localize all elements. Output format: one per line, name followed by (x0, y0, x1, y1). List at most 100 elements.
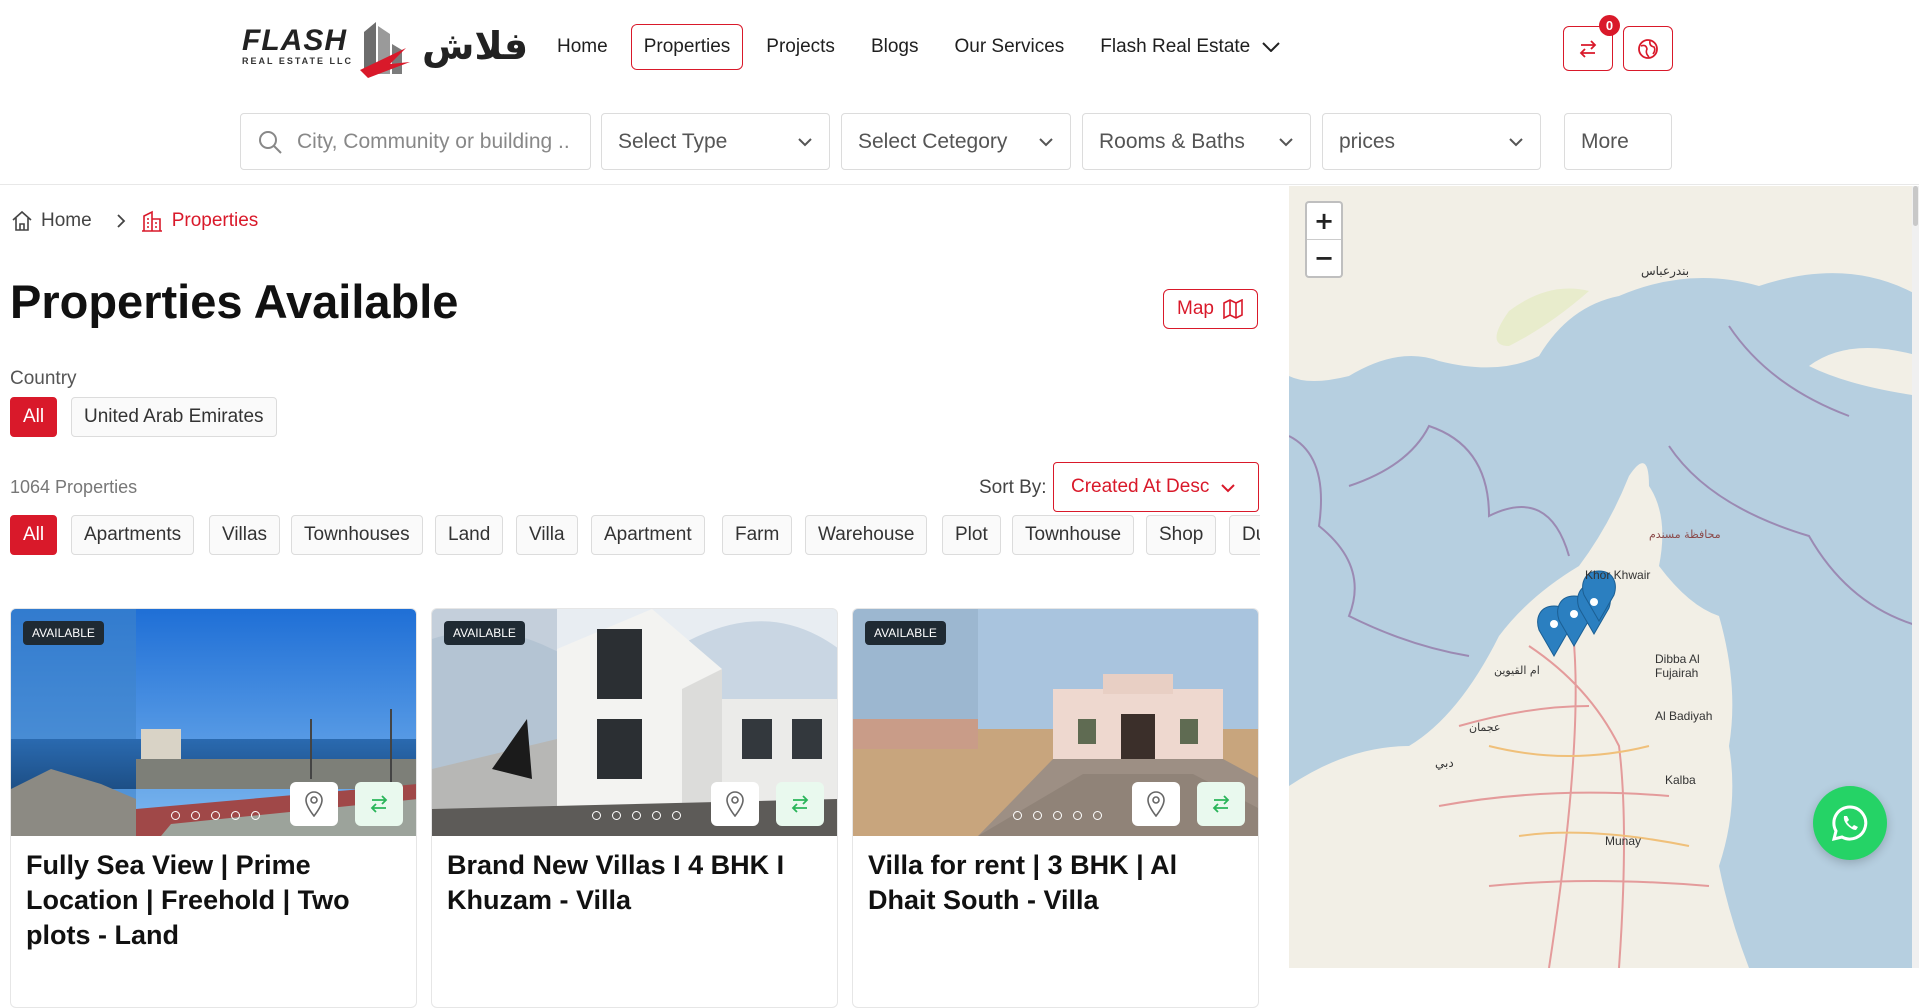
zoom-in-button[interactable]: + (1307, 203, 1341, 239)
breadcrumb-current-label: Properties (171, 210, 259, 231)
more-filters-button[interactable]: More (1564, 113, 1672, 170)
nav-blogs[interactable]: Blogs (858, 24, 932, 70)
property-image[interactable]: AVAILABLE (11, 609, 416, 836)
property-card[interactable]: AVAILABLE Fully Sea View | Prime Locatio… (10, 608, 417, 1008)
whatsapp-chat-button[interactable] (1813, 786, 1887, 860)
building-icon (141, 210, 162, 232)
nav-projects[interactable]: Projects (753, 24, 848, 70)
prices-value: prices (1339, 129, 1396, 153)
sort-dropdown[interactable]: Created At Desc (1053, 462, 1259, 512)
property-card[interactable]: AVAILABLE Brand New Villas I 4 BHK I Khu… (431, 608, 838, 1008)
language-button[interactable] (1623, 26, 1673, 71)
compare-icon (791, 795, 809, 813)
country-label: Country (10, 368, 77, 389)
type-chip-apartment[interactable]: Apartment (591, 515, 705, 555)
add-to-compare-button[interactable] (776, 782, 824, 826)
property-title[interactable]: Fully Sea View | Prime Location | Freeho… (11, 836, 416, 953)
map-label-kalba: Kalba (1665, 773, 1696, 787)
breadcrumb-home[interactable]: Home (11, 210, 92, 232)
map-button-label: Map (1177, 298, 1214, 319)
image-carousel-dots[interactable] (171, 811, 260, 820)
compare-icon (1212, 795, 1230, 813)
more-label: More (1581, 129, 1629, 153)
prices-dropdown[interactable]: prices (1322, 113, 1541, 170)
add-to-compare-button[interactable] (355, 782, 403, 826)
show-on-map-button[interactable] (1132, 782, 1180, 826)
logo-wordmark: FLASH REAL ESTATE LLC (242, 24, 353, 67)
property-image[interactable]: AVAILABLE (853, 609, 1258, 836)
select-type-value: Select Type (618, 129, 728, 153)
property-title[interactable]: Villa for rent | 3 BHK | Al Dhait South … (853, 836, 1258, 918)
country-chip-uae[interactable]: United Arab Emirates (71, 397, 277, 437)
nav-properties[interactable]: Properties (630, 24, 744, 70)
map-label-dibba: Dibba Al Fujairah (1655, 652, 1700, 680)
compare-icon (1579, 39, 1597, 58)
type-chip-land[interactable]: Land (435, 515, 504, 555)
chevron-right-icon (117, 214, 125, 228)
nav-label: Blogs (870, 36, 919, 57)
status-badge: AVAILABLE (865, 621, 946, 645)
chevron-down-icon (1279, 138, 1293, 147)
image-carousel-dots[interactable] (1013, 811, 1102, 820)
show-on-map-button[interactable] (711, 782, 759, 826)
map-zoom-control: + − (1305, 201, 1343, 278)
type-chip-villa[interactable]: Villa (516, 515, 578, 555)
page-scrollbar[interactable] (1912, 186, 1919, 968)
breadcrumb-current: Properties (140, 210, 259, 232)
breadcrumb-home-label: Home (41, 210, 92, 231)
type-chip-warehouse[interactable]: Warehouse (805, 515, 928, 555)
map-icon (1223, 299, 1243, 319)
search-icon (259, 130, 282, 154)
nav-our-services[interactable]: Our Services (941, 24, 1077, 70)
type-chip-shop[interactable]: Shop (1146, 515, 1217, 555)
flash-logo[interactable]: FLASH REAL ESTATE LLC فلاش (242, 18, 528, 78)
nav-flash-real-estate[interactable]: Flash Real Estate (1087, 24, 1293, 70)
show-on-map-button[interactable] (290, 782, 338, 826)
scrollbar-thumb[interactable] (1913, 186, 1918, 226)
type-chip-farm[interactable]: Farm (722, 515, 793, 555)
country-chip-all[interactable]: All (10, 397, 58, 437)
type-chip-townhouses[interactable]: Townhouses (291, 515, 423, 555)
chevron-down-icon (1221, 484, 1235, 493)
type-chip-plot[interactable]: Plot (942, 515, 1001, 555)
compare-count-badge: 0 (1599, 15, 1620, 36)
type-chip-townhouse[interactable]: Townhouse (1012, 515, 1135, 555)
property-card[interactable]: AVAILABLE Villa for rent | 3 BHK | Al Dh… (852, 608, 1259, 1008)
image-carousel-dots[interactable] (592, 811, 681, 820)
property-title[interactable]: Brand New Villas I 4 BHK I Khuzam - Vill… (432, 836, 837, 918)
type-chip-apartments[interactable]: Apartments (71, 515, 195, 555)
map-label-dubai: دبي (1435, 756, 1454, 770)
location-pin-icon (1147, 791, 1165, 817)
map-label-khor-khwair: Khor Khwair (1585, 568, 1651, 582)
map-label-ajman: عجمان (1469, 721, 1501, 734)
map-toggle-button[interactable]: Map (1163, 289, 1258, 329)
compare-icon (370, 795, 388, 813)
status-badge: AVAILABLE (23, 621, 104, 645)
status-badge: AVAILABLE (444, 621, 525, 645)
select-type-dropdown[interactable]: Select Type (601, 113, 830, 170)
properties-list-panel: Home Properties Properties Available Map… (0, 186, 1289, 1008)
select-category-dropdown[interactable]: Select Cetegory (841, 113, 1071, 170)
type-chip-more[interactable]: Du (1229, 515, 1260, 555)
logo-brand: FLASH (242, 24, 347, 57)
nav-label: Our Services (954, 36, 1065, 57)
add-to-compare-button[interactable] (1197, 782, 1245, 826)
property-image[interactable]: AVAILABLE (432, 609, 837, 836)
chevron-down-icon (798, 138, 812, 147)
rooms-baths-value: Rooms & Baths (1099, 129, 1245, 153)
search-input[interactable]: City, Community or building .. (240, 113, 591, 170)
property-type-filter: All Apartments Villas Townhouses Land Vi… (10, 514, 1260, 558)
zoom-out-button[interactable]: − (1307, 239, 1341, 275)
type-chip-villas[interactable]: Villas (209, 515, 281, 555)
rooms-baths-dropdown[interactable]: Rooms & Baths (1082, 113, 1311, 170)
compare-button[interactable]: 0 (1563, 15, 1620, 71)
location-pin-icon (305, 791, 323, 817)
nav-home[interactable]: Home (544, 24, 621, 70)
sort-label: Sort By: (979, 477, 1047, 498)
breadcrumb: Home Properties (11, 210, 258, 232)
type-chip-all[interactable]: All (10, 515, 58, 555)
whatsapp-icon (1831, 805, 1868, 842)
site-header: FLASH REAL ESTATE LLC فلاش Home Properti… (0, 0, 1919, 185)
properties-count: 1064 Properties (10, 477, 138, 497)
nav-label: Home (557, 36, 608, 57)
